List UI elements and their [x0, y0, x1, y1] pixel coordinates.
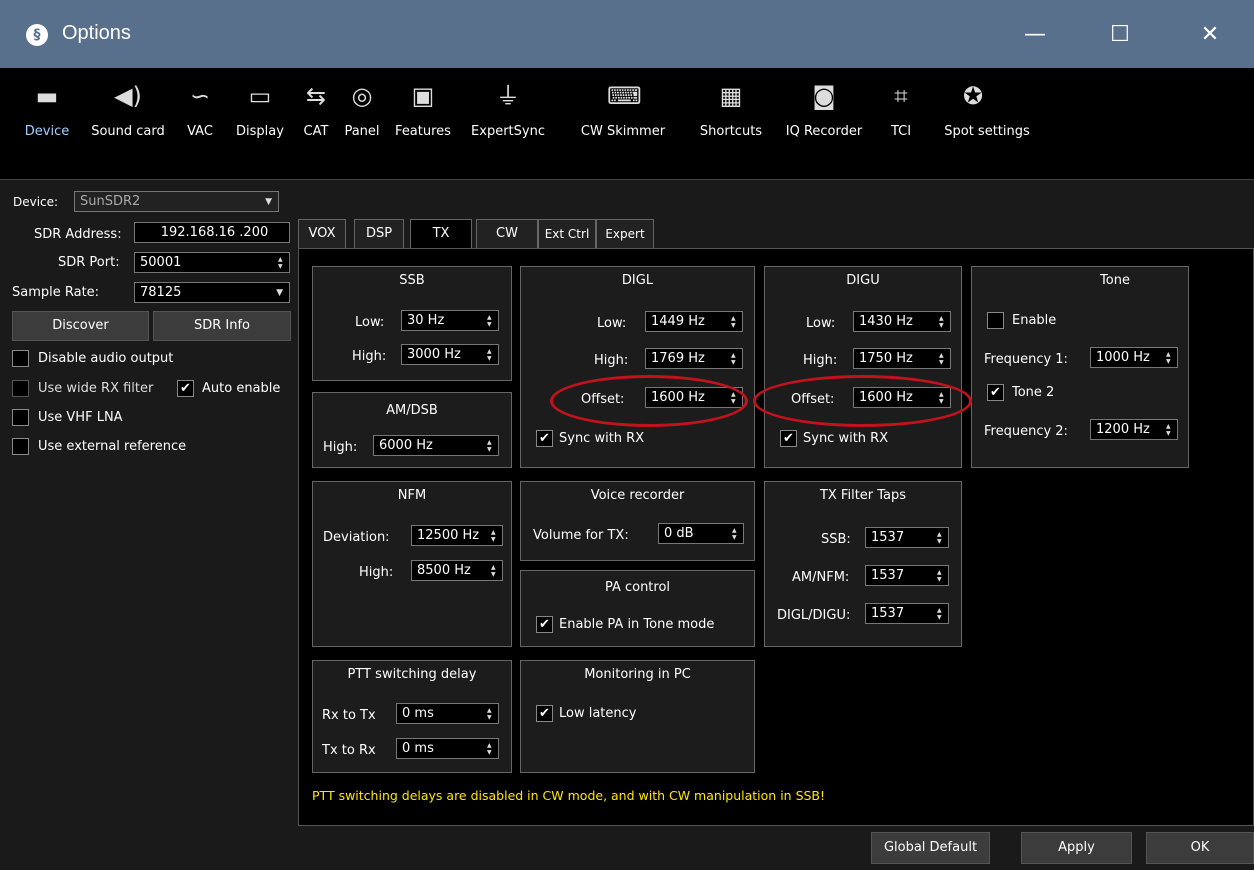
spot-icon: ✪ — [962, 82, 984, 110]
discover-button[interactable]: Discover — [12, 311, 149, 341]
taps-ssb-input[interactable]: 1537 — [865, 527, 949, 548]
digu-group: DIGU Low: 1430 Hz High: 1750 Hz Offset: … — [764, 266, 962, 468]
toolbar-display[interactable]: ▭ Display — [230, 68, 290, 180]
sample-rate-select[interactable]: 78125 — [134, 282, 290, 303]
enable-pa-tone-checkbox[interactable]: ✔ — [536, 616, 553, 633]
monitoring-group: Monitoring in PC ✔ Low latency — [520, 660, 755, 773]
vhf-lna-checkbox[interactable] — [12, 409, 29, 426]
tab-dsp[interactable]: DSP — [354, 219, 404, 249]
tab-cw[interactable]: CW — [476, 219, 538, 249]
sdr-port-input[interactable]: 50001 — [134, 252, 290, 273]
tab-tx[interactable]: TX — [410, 219, 472, 249]
digl-high-input[interactable]: 1769 Hz — [645, 348, 743, 369]
voice-tx-volume-input[interactable]: 0 dB — [658, 523, 744, 544]
dialog-button-bar: Global Default Apply OK — [0, 826, 1254, 870]
toolbar-vac[interactable]: ∽ VAC — [180, 68, 220, 180]
toolbar-spot-settings[interactable]: ✪ Spot settings — [932, 68, 1042, 180]
amdsb-high-input[interactable]: 6000 Hz — [373, 435, 499, 456]
toolbar-cw-skimmer[interactable]: ⌨ CW Skimmer — [558, 68, 688, 180]
taps-digl-digu-input[interactable]: 1537 — [865, 603, 949, 624]
tone-group: Tone Enable Frequency 1: 1000 Hz ✔ Tone … — [971, 266, 1189, 468]
highlight-oval-digu-offset — [753, 375, 972, 427]
ssb-low-input[interactable]: 30 Hz — [401, 310, 499, 331]
category-toolbar: ▬ Device ◀) Sound card ∽ VAC ▭ Display ⇆ CAT … — [0, 68, 1254, 180]
toolbar-tci[interactable]: ⌗ TCI — [880, 68, 922, 180]
nfm-deviation-input[interactable]: 12500 Hz — [411, 525, 503, 546]
highlight-oval-digl-offset — [550, 375, 748, 427]
tx-settings-panel: SSB Low: 30 Hz High: 3000 Hz AM/DSB High… — [298, 248, 1254, 826]
features-icon: ▣ — [411, 82, 435, 110]
auto-enable-checkbox[interactable]: ✔ — [177, 380, 194, 397]
toolbar-cat[interactable]: ⇆ CAT — [296, 68, 336, 180]
external-reference-checkbox[interactable] — [12, 438, 29, 455]
panel-icon: ◎ — [351, 82, 373, 110]
app-logo-icon: § — [26, 24, 48, 46]
tab-ext-ctrl[interactable]: Ext Ctrl — [538, 219, 596, 249]
sdr-info-button[interactable]: SDR Info — [153, 311, 291, 341]
device-icon: ▬ — [35, 82, 59, 110]
close-button[interactable]: ✕ — [1190, 20, 1230, 50]
cat-icon: ⇆ — [305, 82, 327, 110]
tone-frequency-2-input[interactable]: 1200 Hz — [1090, 419, 1178, 440]
digl-sync-checkbox[interactable]: ✔ — [536, 430, 553, 447]
toolbar-panel[interactable]: ◎ Panel — [340, 68, 384, 180]
device-settings-pane: Device: SunSDR2 SDR Address: 192.168.16 … — [10, 185, 295, 845]
toolbar-features[interactable]: ▣ Features — [388, 68, 458, 180]
tone-frequency-1-input[interactable]: 1000 Hz — [1090, 347, 1178, 368]
device-select[interactable]: SunSDR2 — [74, 191, 279, 212]
keyboard-icon: ⌨ — [607, 82, 642, 110]
toolbar-sound-card[interactable]: ◀) Sound card — [82, 68, 174, 180]
ptt-tx-to-rx-input[interactable]: 0 ms — [396, 738, 499, 759]
toolbar-iq-recorder[interactable]: ◙ IQ Recorder — [774, 68, 874, 180]
tci-icon: ⌗ — [894, 82, 908, 110]
toolbar-shortcuts[interactable]: ▦ Shortcuts — [692, 68, 770, 180]
taps-am-nfm-input[interactable]: 1537 — [865, 565, 949, 586]
tx-filter-taps-group: TX Filter Taps SSB: 1537 AM/NFM: 1537 DI… — [764, 481, 962, 647]
ptt-warning-text: PTT switching delays are disabled in CW … — [312, 788, 826, 803]
apply-button[interactable]: Apply — [1021, 832, 1132, 864]
digu-low-input[interactable]: 1430 Hz — [853, 311, 951, 332]
window-title: Options — [62, 22, 131, 44]
ssb-group: SSB Low: 30 Hz High: 3000 Hz — [312, 266, 512, 381]
digl-low-input[interactable]: 1449 Hz — [645, 311, 743, 332]
tape-icon: ◙ — [812, 82, 836, 110]
maximize-button[interactable]: ☐ — [1100, 20, 1140, 50]
disable-audio-checkbox[interactable] — [12, 350, 29, 367]
toolbar-expertsync[interactable]: ⏚ ExpertSync — [462, 68, 554, 180]
toolbar-device[interactable]: ▬ Device — [16, 68, 78, 180]
tone-enable-checkbox[interactable] — [987, 312, 1004, 329]
cable-icon: ∽ — [189, 82, 211, 110]
pa-control-group: PA control ✔ Enable PA in Tone mode — [520, 570, 755, 647]
ok-button[interactable]: OK — [1146, 832, 1254, 864]
low-latency-checkbox[interactable]: ✔ — [536, 705, 553, 722]
minimize-button[interactable]: — — [1015, 20, 1055, 50]
title-bar: § Options — ☐ ✕ — [0, 0, 1254, 68]
am-dsb-group: AM/DSB High: 6000 Hz — [312, 392, 512, 468]
tab-expert[interactable]: Expert — [596, 219, 654, 249]
voice-recorder-group: Voice recorder Volume for TX: 0 dB — [520, 481, 755, 561]
speaker-icon: ◀) — [114, 82, 142, 110]
tone-2-checkbox[interactable]: ✔ — [987, 384, 1004, 401]
global-default-button[interactable]: Global Default — [871, 832, 990, 864]
ptt-rx-to-tx-input[interactable]: 0 ms — [396, 703, 499, 724]
nfm-high-input[interactable]: 8500 Hz — [411, 560, 503, 581]
antenna-icon: ⏚ — [496, 82, 520, 110]
tab-vox[interactable]: VOX — [298, 219, 346, 249]
sdr-address-input[interactable]: 192.168.16 .200 — [134, 222, 290, 243]
monitor-icon: ▭ — [248, 82, 272, 110]
wide-rx-checkbox[interactable] — [12, 380, 29, 397]
ssb-high-input[interactable]: 3000 Hz — [401, 344, 499, 365]
digl-group: DIGL Low: 1449 Hz High: 1769 Hz Offset: … — [520, 266, 755, 468]
keypad-icon: ▦ — [719, 82, 743, 110]
digu-sync-checkbox[interactable]: ✔ — [780, 430, 797, 447]
nfm-group: NFM Deviation: 12500 Hz High: 8500 Hz — [312, 481, 512, 647]
digu-high-input[interactable]: 1750 Hz — [853, 348, 951, 369]
ptt-delay-group: PTT switching delay Rx to Tx 0 ms Tx to … — [312, 660, 512, 773]
